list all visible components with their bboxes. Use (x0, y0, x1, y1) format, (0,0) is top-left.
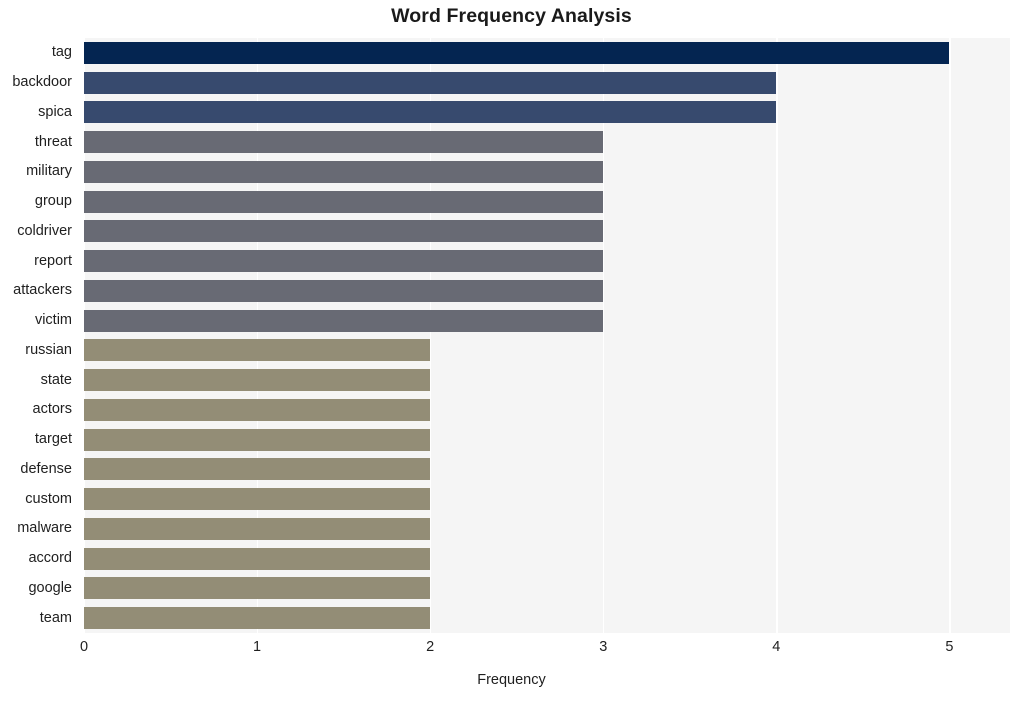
x-tick-label-0: 0 (79, 639, 89, 655)
y-tick-label-threat: threat (34, 133, 72, 150)
y-tick-label-state: state (40, 371, 72, 388)
y-tick-label-victim: victim (34, 312, 72, 329)
bar-report (84, 250, 604, 273)
x-tick-label-1: 1 (253, 639, 262, 655)
bar-row (84, 250, 1010, 273)
bar-row (84, 607, 1010, 630)
y-tick-label-backdoor: backdoor (12, 74, 72, 91)
bar-threat (84, 131, 604, 154)
y-tick-label-actors: actors (32, 401, 73, 418)
bar-actors (84, 398, 431, 421)
y-tick-label-malware: malware (17, 520, 72, 537)
bar-row (84, 220, 1010, 243)
y-tick-label-report: report (34, 252, 72, 269)
y-tick-label-group: group (34, 193, 72, 210)
y-tick-label-accord: accord (28, 550, 72, 567)
bar-row (84, 279, 1010, 302)
bar-group (84, 190, 604, 213)
bar-row (84, 547, 1010, 570)
x-tick-label-2: 2 (426, 639, 435, 655)
bar-custom (84, 488, 431, 511)
x-axis-title: Frequency (477, 672, 546, 688)
bar-row (84, 339, 1010, 362)
bar-coldriver (84, 220, 604, 243)
bar-victim (84, 309, 604, 332)
bar-malware (84, 517, 431, 540)
bar-row (84, 160, 1010, 183)
bar-row (84, 398, 1010, 421)
bar-row (84, 309, 1010, 332)
bar-row (84, 41, 1010, 64)
bar-row (84, 428, 1010, 451)
y-tick-label-military: military (26, 163, 72, 180)
y-tick-label-target: target (34, 431, 72, 448)
y-tick-label-team: team (39, 609, 72, 626)
x-tick-label-4: 4 (772, 639, 781, 655)
word-frequency-chart-figure: Word Frequency Analysis tag backdoor spica… (0, 0, 1023, 701)
bar-attackers (84, 279, 604, 302)
y-tick-label-russian: russian (25, 341, 72, 358)
bar-tag (84, 41, 950, 64)
bar-spica (84, 101, 777, 124)
bars-container (84, 38, 1010, 633)
bar-military (84, 160, 604, 183)
bar-row (84, 101, 1010, 124)
bar-russian (84, 339, 431, 362)
chart-title: Word Frequency Analysis (391, 5, 632, 27)
bar-row (84, 131, 1010, 154)
bar-accord (84, 547, 431, 570)
bar-row (84, 71, 1010, 94)
bar-defense (84, 458, 431, 481)
bar-row (84, 458, 1010, 481)
bar-team (84, 607, 431, 630)
y-tick-label-google: google (28, 579, 72, 596)
x-tick-label-3: 3 (599, 639, 608, 655)
bar-target (84, 428, 431, 451)
y-axis-tick-labels: tag backdoor spica threat military group coldr… (0, 38, 78, 633)
y-tick-label-tag: tag (51, 44, 72, 61)
bar-row (84, 190, 1010, 213)
y-tick-label-custom: custom (25, 490, 72, 507)
bar-row (84, 369, 1010, 392)
y-tick-label-defense: defense (20, 460, 72, 477)
plot-area (84, 38, 1010, 633)
y-tick-label-coldriver: coldriver (17, 222, 72, 239)
y-tick-label-attackers: attackers (13, 282, 72, 299)
bar-row (84, 577, 1010, 600)
bar-row (84, 488, 1010, 511)
bar-row (84, 517, 1010, 540)
y-tick-label-spica: spica (38, 103, 72, 120)
bar-state (84, 369, 431, 392)
x-axis-tick-labels: 0 1 2 3 4 5 (80, 639, 1010, 664)
bar-backdoor (84, 71, 777, 94)
bar-google (84, 577, 431, 600)
x-tick-label-5: 5 (945, 639, 954, 655)
